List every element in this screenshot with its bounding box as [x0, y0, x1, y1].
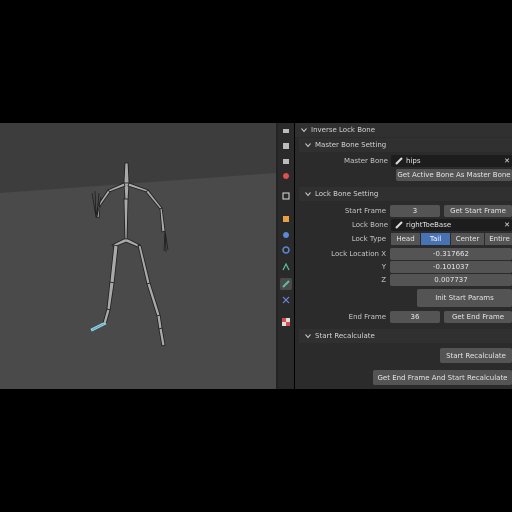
- lock-location-x-field[interactable]: -0.317662: [390, 248, 512, 260]
- start-recalculate-header-label: Start Recalculate: [315, 332, 375, 340]
- get-start-frame-button[interactable]: Get Start Frame: [444, 205, 512, 217]
- master-bone-header-label: Master Bone Setting: [315, 141, 387, 149]
- panel-title: Inverse Lock Bone: [311, 126, 376, 134]
- physics-icon[interactable]: [280, 261, 292, 273]
- output-icon[interactable]: [280, 155, 292, 167]
- end-frame-label: End Frame: [348, 313, 386, 321]
- init-start-params-button[interactable]: Init Start Params: [417, 289, 512, 307]
- get-end-frame-and-start-recalculate-button[interactable]: Get End Frame And Start Recalculate: [373, 370, 512, 385]
- lock-type-head[interactable]: Head: [391, 233, 420, 245]
- get-end-frame-button[interactable]: Get End Frame: [444, 311, 512, 323]
- object-icon[interactable]: [280, 213, 292, 225]
- bone-icon: [395, 221, 403, 229]
- lock-type-selector[interactable]: Head Tail Center Entire: [391, 233, 512, 245]
- master-bone-header[interactable]: Master Bone Setting: [299, 138, 512, 152]
- lock-bone-header-label: Lock Bone Setting: [315, 190, 379, 198]
- master-bone-label: Master Bone: [344, 157, 388, 165]
- lock-bone-label: Lock Bone: [351, 221, 388, 229]
- collection-icon[interactable]: [280, 190, 292, 202]
- bone-constraint-icon[interactable]: [280, 294, 292, 306]
- lock-type-entire[interactable]: Entire: [485, 233, 512, 245]
- properties-tabs: [278, 123, 294, 389]
- lock-bone-header[interactable]: Lock Bone Setting: [299, 187, 512, 201]
- lock-bone-value: rightToeBase: [406, 221, 452, 229]
- armature-view: [0, 162, 276, 389]
- lock-location-z-label: Z: [381, 276, 386, 284]
- lock-location-z-field[interactable]: 0.007737: [390, 274, 512, 286]
- bone-icon: [395, 157, 403, 165]
- clear-icon[interactable]: ✕: [504, 157, 510, 165]
- master-bone-field[interactable]: hips ✕: [391, 155, 512, 167]
- tool-icon[interactable]: [280, 125, 292, 137]
- 3d-viewport[interactable]: [0, 123, 276, 389]
- texture-icon[interactable]: [280, 316, 292, 328]
- particles-icon[interactable]: [280, 244, 292, 256]
- modifiers-icon[interactable]: [280, 229, 292, 241]
- lock-location-y-label: Y: [381, 263, 386, 271]
- start-recalculate-button[interactable]: Start Recalculate: [440, 348, 512, 363]
- chevron-down-icon: [301, 128, 307, 133]
- start-frame-field[interactable]: 3: [390, 205, 440, 217]
- lock-type-center[interactable]: Center: [451, 233, 484, 245]
- scene-icon[interactable]: [280, 170, 292, 182]
- master-bone-value: hips: [406, 157, 421, 165]
- chevron-down-icon: [305, 192, 311, 197]
- lock-bone-field[interactable]: rightToeBase ✕: [391, 219, 512, 231]
- ground-plane: [0, 173, 276, 389]
- chevron-down-icon: [305, 143, 311, 148]
- end-frame-field[interactable]: 36: [390, 311, 440, 323]
- chevron-down-icon: [305, 334, 311, 339]
- lock-type-tail[interactable]: Tail: [421, 233, 450, 245]
- inverse-lock-bone-panel: Inverse Lock Bone Master Bone Setting Ma…: [295, 123, 512, 389]
- start-recalculate-header[interactable]: Start Recalculate: [299, 329, 512, 343]
- get-active-bone-button[interactable]: Get Active Bone As Master Bone: [396, 169, 512, 181]
- bone-icon[interactable]: [280, 278, 292, 290]
- lock-location-x-label: Lock Location X: [331, 250, 386, 258]
- lock-type-label: Lock Type: [351, 235, 386, 243]
- lock-location-y-field[interactable]: -0.101037: [390, 261, 512, 273]
- clear-icon[interactable]: ✕: [504, 221, 510, 229]
- start-frame-label: Start Frame: [344, 207, 386, 215]
- render-icon[interactable]: [280, 140, 292, 152]
- panel-header[interactable]: Inverse Lock Bone: [295, 123, 512, 137]
